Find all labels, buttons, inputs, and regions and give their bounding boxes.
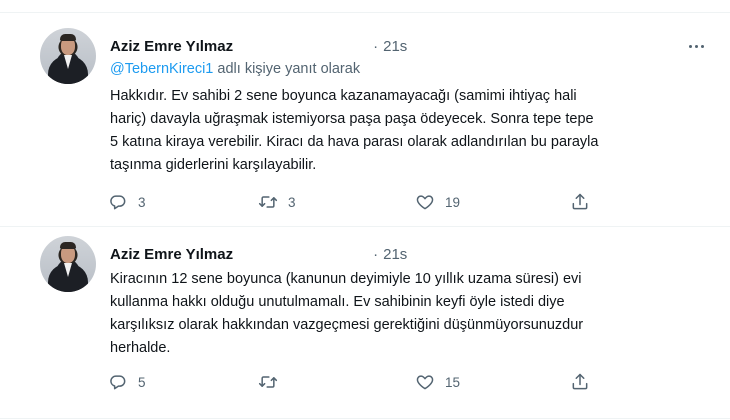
- reply-button[interactable]: 3: [108, 190, 146, 214]
- more-options-icon[interactable]: [684, 39, 708, 53]
- bottom-divider: [0, 418, 730, 419]
- tweet-text-line: taşınma giderlerini karşılayabilir.: [110, 157, 317, 173]
- retweet-button[interactable]: 3: [258, 190, 296, 214]
- tweet-text-line: kullanma hakkı olduğu unutulmamalı. Ev s…: [110, 294, 565, 310]
- avatar[interactable]: [40, 236, 96, 292]
- tweet-text-line: Kiracının 12 sene boyunca (kanunun deyim…: [110, 271, 582, 287]
- tweet-text-line: karşılıksız olarak hakkından vazgeçmesi …: [110, 317, 584, 333]
- retweet-icon: [258, 196, 278, 208]
- tweet-actions: 5 15: [108, 370, 608, 394]
- reply-button[interactable]: 5: [108, 370, 146, 394]
- author-name[interactable]: Aziz Emre Yılmaz: [110, 246, 233, 263]
- avatar[interactable]: [40, 28, 96, 84]
- like-count: 19: [445, 194, 461, 210]
- reply-count: 3: [138, 194, 146, 210]
- top-divider: [0, 12, 730, 13]
- reply-count: 5: [138, 374, 146, 390]
- tweet-text: Kiracının 12 sene boyunca (kanunun deyim…: [110, 268, 670, 360]
- share-button[interactable]: [570, 190, 590, 214]
- retweet-button[interactable]: [258, 370, 288, 394]
- timestamp[interactable]: 21s: [383, 38, 407, 55]
- tweet-header: Aziz Emre Yılmaz · 21s: [110, 243, 407, 265]
- tweet-text: Hakkıdır. Ev sahibi 2 sene boyunca kazan…: [110, 85, 670, 177]
- tweet-divider: [0, 226, 730, 227]
- tweet-text-line: herhalde.: [110, 340, 171, 356]
- reply-handle-link[interactable]: @TebernKireci1: [110, 61, 213, 77]
- share-button[interactable]: [570, 370, 590, 394]
- retweet-icon: [258, 376, 278, 388]
- like-count: 15: [445, 374, 461, 390]
- timestamp[interactable]: 21s: [383, 246, 407, 263]
- tweet-text-line: Hakkıdır. Ev sahibi 2 sene boyunca kazan…: [110, 88, 577, 104]
- like-button[interactable]: 19: [415, 190, 460, 214]
- tweet-text-line: hariç) davayla uğraşmak istemiyorsa paşa…: [110, 111, 594, 127]
- separator-dot: ·: [373, 245, 379, 263]
- retweet-count: 3: [288, 194, 296, 210]
- tweet-actions: 3 3 19: [108, 190, 608, 214]
- reply-icon: [110, 375, 126, 390]
- heart-icon: [416, 375, 434, 390]
- like-button[interactable]: 15: [415, 370, 460, 394]
- reply-icon: [110, 195, 126, 210]
- share-icon: [572, 193, 588, 210]
- reply-context-text: adlı kişiye yanıt olarak: [213, 61, 361, 77]
- reply-context: @TebernKireci1 adlı kişiye yanıt olarak: [110, 61, 360, 77]
- tweet-header: Aziz Emre Yılmaz · 21s: [110, 35, 407, 57]
- separator-dot: ·: [373, 37, 379, 55]
- author-name[interactable]: Aziz Emre Yılmaz: [110, 38, 233, 55]
- heart-icon: [416, 195, 434, 210]
- share-icon: [572, 373, 588, 390]
- tweet-text-line: 5 katına kiraya verebilir. Kiracı da hav…: [110, 134, 599, 150]
